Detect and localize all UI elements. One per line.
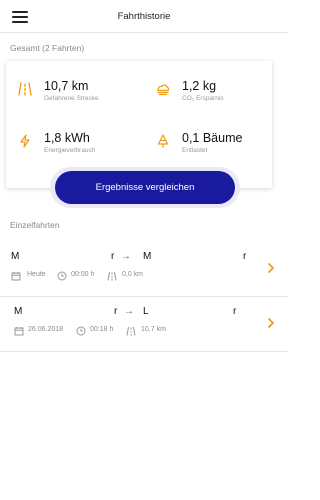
trip-meta: 26.06.2018 00:18 h 10,7 km [14,326,254,338]
stat-label: Gefahrene Strecke [44,95,99,102]
stat-trees: 0,1 Bäume Entlastet [156,131,276,165]
top-bar: Fahrthistorie [0,0,288,33]
calendar-icon [11,272,21,281]
route-destination-start: L [143,306,149,317]
lightning-icon [20,134,30,148]
stat-value: 1,8 kWh [44,131,90,145]
stat-label: CO₂ Ersparnis [182,95,224,102]
route-destination-end: r [243,251,247,262]
trip-meta: Heute 00:00 h 0,0 km [11,271,251,283]
clock-icon [76,326,86,336]
cloud-icon [157,84,170,96]
summary-heading: Gesamt (2 Fahrten) [10,43,85,53]
tree-icon [157,134,169,148]
trip-date: Heute [27,271,46,278]
trip-list-item[interactable]: M r → M r Heute 00:00 h 0,0 km [0,243,288,297]
trip-route: M r → L r [0,306,260,320]
trip-date: 26.06.2018 [28,326,64,333]
arrow-right-icon: → [124,306,134,317]
stat-energy: 1,8 kWh Energieverbrauch [18,131,138,165]
chevron-right-icon[interactable] [266,262,276,274]
page-title: Fahrthistorie [117,11,171,22]
stat-label: Energieverbrauch [44,147,96,154]
clock-icon [57,271,67,281]
trip-duration: 00:00 h [71,271,95,278]
route-destination-end: r [233,306,237,317]
trip-distance: 10,7 km [141,326,166,333]
stat-label: Entlastet [182,147,208,154]
route-origin-end: r [114,306,118,317]
trips-heading: Einzelfahrten [10,220,60,230]
route-destination-start: M [143,251,152,262]
arrow-right-icon: → [121,251,131,262]
stat-co2: 1,2 kg CO₂ Ersparnis [156,79,276,113]
route-origin-start: M [11,251,20,262]
stat-distance: 10,7 km Gefahrene Strecke [18,79,138,113]
route-origin-end: r [111,251,115,262]
stat-value: 0,1 Bäume [182,131,243,145]
trip-route: M r → M r [0,251,260,265]
calendar-icon [14,327,24,336]
trip-list-item[interactable]: M r → L r 26.06.2018 00:18 h 10,7 km [0,298,288,352]
trip-duration: 00:18 h [90,326,114,333]
road-icon [126,326,136,336]
route-origin-start: M [14,306,23,317]
road-icon [107,271,117,281]
trip-distance: 0,0 km [122,271,144,278]
chevron-right-icon[interactable] [266,317,276,329]
stat-value: 10,7 km [44,79,89,93]
compare-results-button[interactable]: Ergebnisse vergleichen [55,171,235,204]
stat-value: 1,2 kg [182,79,217,93]
road-icon [18,82,32,96]
